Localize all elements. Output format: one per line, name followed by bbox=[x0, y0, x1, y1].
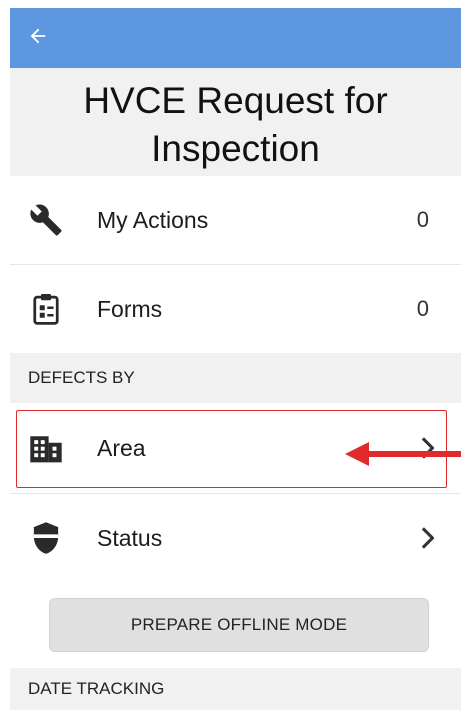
chevron-right-icon bbox=[417, 525, 437, 551]
app-bar bbox=[10, 8, 461, 68]
date-tracking-heading: DATE TRACKING bbox=[28, 679, 165, 698]
clipboard-icon bbox=[28, 291, 64, 327]
back-button[interactable] bbox=[24, 22, 52, 50]
menu-item-my-actions[interactable]: My Actions 0 bbox=[10, 176, 461, 264]
status-label: Status bbox=[97, 524, 163, 551]
area-label: Area bbox=[97, 434, 146, 461]
my-actions-count: 0 bbox=[416, 207, 429, 232]
offline-section: PREPARE OFFLINE MODE bbox=[10, 582, 461, 668]
wrench-icon bbox=[28, 202, 64, 238]
forms-count: 0 bbox=[416, 296, 429, 321]
my-actions-label: My Actions bbox=[97, 206, 209, 233]
menu-item-forms[interactable]: Forms 0 bbox=[10, 265, 461, 353]
building-icon bbox=[28, 430, 64, 466]
chevron-right-icon bbox=[417, 435, 437, 461]
app-screen: HVCE Request for Inspection My Actions 0… bbox=[0, 0, 461, 710]
prepare-offline-mode-button[interactable]: PREPARE OFFLINE MODE bbox=[49, 598, 429, 652]
section-header-date-tracking: DATE TRACKING bbox=[10, 668, 461, 710]
section-header-defects-by: DEFECTS BY bbox=[10, 353, 461, 403]
forms-label: Forms bbox=[97, 295, 163, 322]
shield-icon bbox=[28, 520, 64, 556]
page-title: HVCE Request for Inspection bbox=[83, 80, 388, 169]
arrow-left-icon bbox=[30, 28, 46, 44]
menu-item-area[interactable]: Area bbox=[10, 403, 461, 493]
menu-item-status[interactable]: Status bbox=[10, 494, 461, 582]
page-title-block: HVCE Request for Inspection bbox=[10, 68, 461, 176]
defects-by-heading: DEFECTS BY bbox=[28, 368, 135, 387]
